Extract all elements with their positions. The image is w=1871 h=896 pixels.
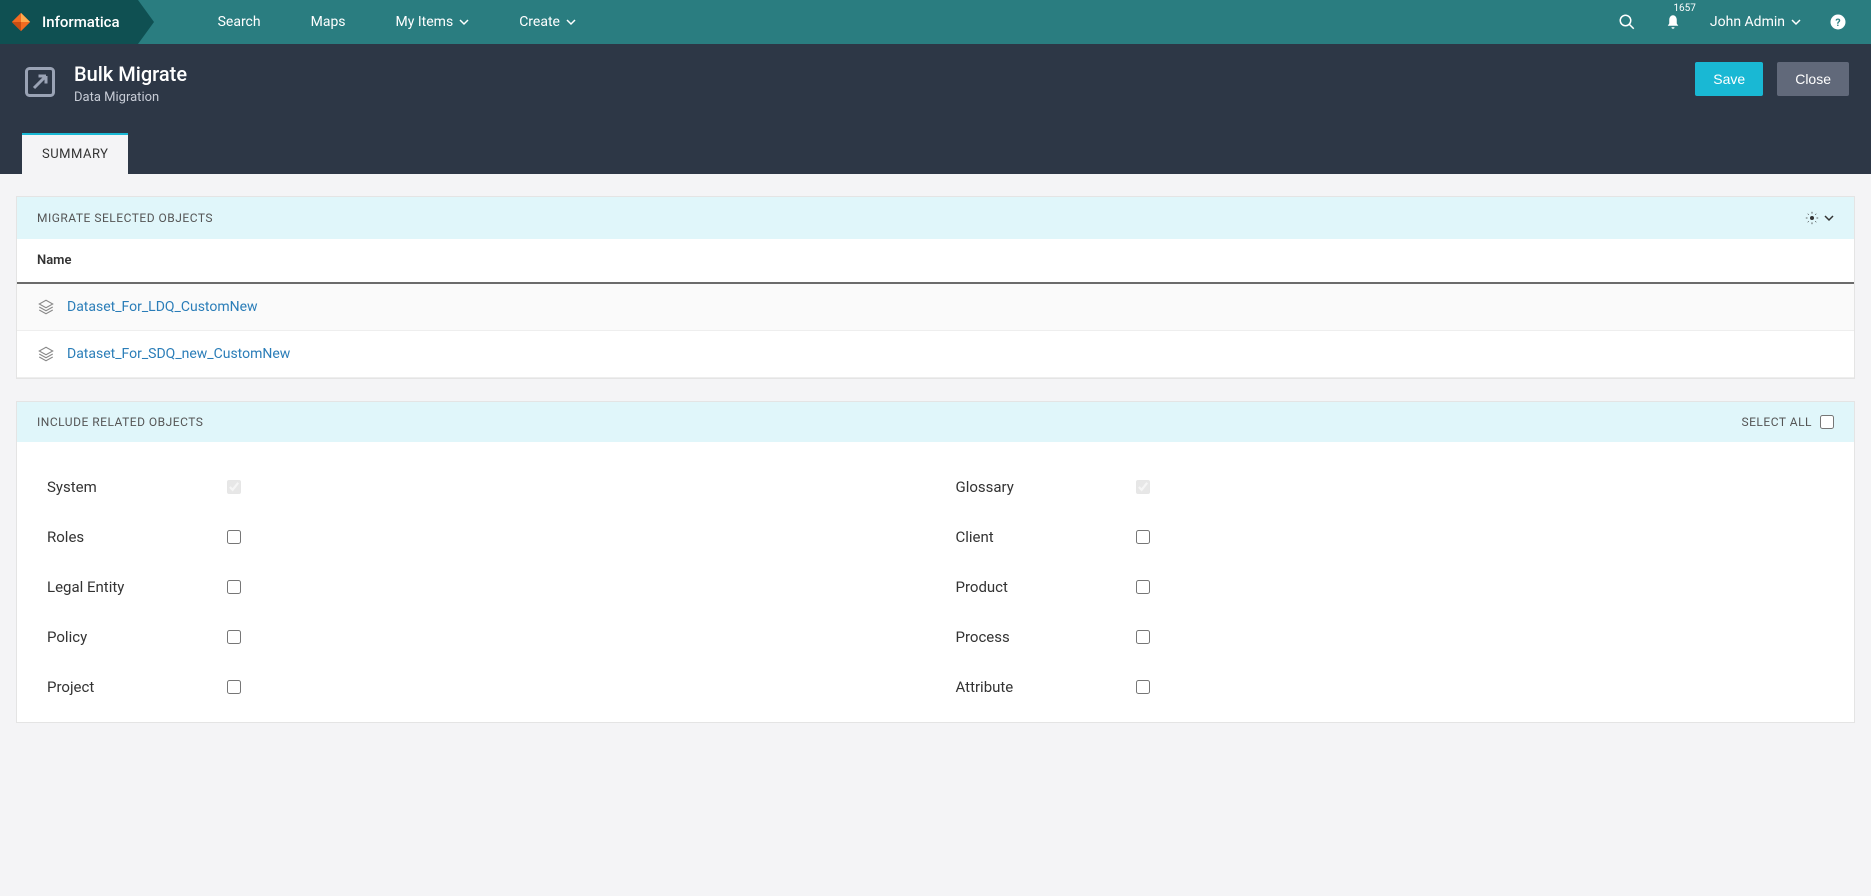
save-button[interactable]: Save bbox=[1695, 62, 1763, 96]
related-item-checkbox[interactable] bbox=[227, 680, 241, 694]
search-button[interactable] bbox=[1618, 13, 1636, 31]
select-all[interactable]: Select All bbox=[1741, 415, 1834, 429]
brand[interactable]: Informatica bbox=[0, 0, 138, 44]
user-name: John Admin bbox=[1710, 14, 1785, 30]
search-icon bbox=[1618, 13, 1636, 31]
related-item-label: Glossary bbox=[956, 478, 1136, 496]
related-item-checkbox bbox=[227, 480, 241, 494]
page-header: Bulk Migrate Data Migration Save Close S… bbox=[0, 44, 1871, 174]
svg-text:?: ? bbox=[1835, 16, 1840, 29]
related-item: Project bbox=[47, 662, 916, 712]
brand-name: Informatica bbox=[42, 13, 120, 31]
related-item-checkbox[interactable] bbox=[227, 530, 241, 544]
top-nav: Informatica Search Maps My Items Create … bbox=[0, 0, 1871, 44]
close-button[interactable]: Close bbox=[1777, 62, 1849, 96]
notification-badge: 1657 bbox=[1673, 3, 1695, 14]
layers-icon bbox=[37, 345, 55, 363]
select-all-label: Select All bbox=[1741, 415, 1812, 429]
related-item: Legal Entity bbox=[47, 562, 916, 612]
related-item-label: Process bbox=[956, 628, 1136, 646]
nav-right: 1657 John Admin ? bbox=[1618, 13, 1871, 31]
migrate-icon bbox=[22, 64, 58, 100]
table-row: Dataset_For_LDQ_CustomNew bbox=[17, 284, 1854, 331]
content: Migrate Selected Objects Name Dataset_Fo… bbox=[0, 174, 1871, 785]
related-item: Attribute bbox=[956, 662, 1825, 712]
related-item-checkbox bbox=[1136, 480, 1150, 494]
related-item-checkbox[interactable] bbox=[227, 580, 241, 594]
notifications-button[interactable]: 1657 bbox=[1664, 13, 1682, 31]
nav-maps-label: Maps bbox=[311, 14, 346, 30]
related-item-label: Policy bbox=[47, 628, 227, 646]
chevron-down-icon bbox=[1824, 213, 1834, 223]
related-item-label: Project bbox=[47, 678, 227, 696]
gear-icon bbox=[1804, 210, 1820, 226]
related-item: Product bbox=[956, 562, 1825, 612]
panel-related-title: Include Related Objects bbox=[37, 415, 203, 429]
nav-create-label: Create bbox=[519, 14, 560, 30]
related-item-label: Attribute bbox=[956, 678, 1136, 696]
page-title: Bulk Migrate bbox=[74, 62, 187, 86]
related-item-label: Legal Entity bbox=[47, 578, 227, 596]
object-link[interactable]: Dataset_For_LDQ_CustomNew bbox=[67, 299, 258, 315]
related-item-checkbox[interactable] bbox=[1136, 580, 1150, 594]
brand-logo-icon bbox=[10, 11, 32, 33]
panel-migrate-title: Migrate Selected Objects bbox=[37, 211, 213, 225]
help-icon: ? bbox=[1829, 13, 1847, 31]
chevron-down-icon bbox=[566, 17, 576, 27]
related-item-label: System bbox=[47, 478, 227, 496]
table-row: Dataset_For_SDQ_new_CustomNew bbox=[17, 331, 1854, 378]
nav-maps[interactable]: Maps bbox=[311, 14, 346, 30]
panel-related-objects: Include Related Objects Select All Syste… bbox=[16, 401, 1855, 723]
related-item: System bbox=[47, 462, 916, 512]
related-item-label: Product bbox=[956, 578, 1136, 596]
nav-create[interactable]: Create bbox=[519, 14, 576, 30]
related-item: Client bbox=[956, 512, 1825, 562]
nav-my-items-label: My Items bbox=[396, 14, 454, 30]
layers-icon bbox=[37, 298, 55, 316]
related-item: Process bbox=[956, 612, 1825, 662]
select-all-checkbox[interactable] bbox=[1820, 415, 1834, 429]
related-item-checkbox[interactable] bbox=[1136, 680, 1150, 694]
user-menu[interactable]: John Admin bbox=[1710, 14, 1801, 30]
tab-summary[interactable]: SUMMARY bbox=[22, 133, 128, 174]
related-item: Policy bbox=[47, 612, 916, 662]
related-item-checkbox[interactable] bbox=[227, 630, 241, 644]
help-button[interactable]: ? bbox=[1829, 13, 1847, 31]
nav-items: Search Maps My Items Create bbox=[218, 14, 576, 30]
related-item-label: Client bbox=[956, 528, 1136, 546]
chevron-down-icon bbox=[1791, 17, 1801, 27]
nav-search[interactable]: Search bbox=[218, 14, 261, 30]
object-link[interactable]: Dataset_For_SDQ_new_CustomNew bbox=[67, 346, 290, 362]
related-item-checkbox[interactable] bbox=[1136, 530, 1150, 544]
settings-menu[interactable] bbox=[1804, 210, 1834, 226]
table-header-name: Name bbox=[17, 239, 1854, 284]
related-item: Roles bbox=[47, 512, 916, 562]
nav-search-label: Search bbox=[218, 14, 261, 30]
bell-icon bbox=[1664, 13, 1682, 31]
panel-migrate-objects: Migrate Selected Objects Name Dataset_Fo… bbox=[16, 196, 1855, 379]
chevron-down-icon bbox=[459, 17, 469, 27]
related-item: Glossary bbox=[956, 462, 1825, 512]
nav-my-items[interactable]: My Items bbox=[396, 14, 470, 30]
related-item-label: Roles bbox=[47, 528, 227, 546]
related-item-checkbox[interactable] bbox=[1136, 630, 1150, 644]
page-subtitle: Data Migration bbox=[74, 90, 187, 105]
